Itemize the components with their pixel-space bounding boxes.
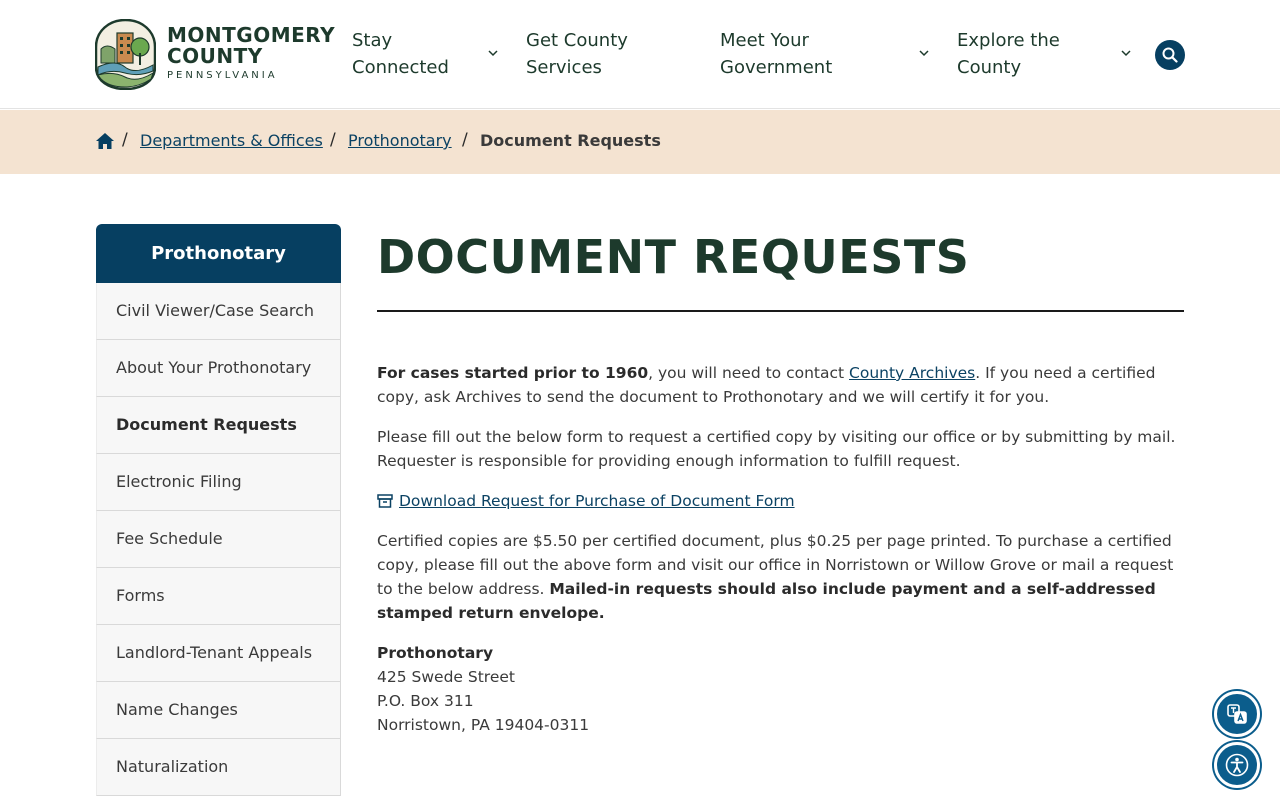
translate-button[interactable] (1214, 691, 1260, 737)
search-icon (1162, 47, 1178, 63)
nav-stay-connected[interactable]: Stay Connected (352, 27, 502, 83)
accessibility-button[interactable] (1214, 742, 1260, 788)
breadcrumb-link-prothonotary[interactable]: Prothonotary (348, 131, 452, 150)
search-button[interactable] (1155, 40, 1185, 70)
nav-label: Stay Connected (352, 30, 449, 78)
address-street: 425 Swede Street (377, 668, 515, 686)
logo-wordmark: MONTGOMERY COUNTY PENNSYLVANIA (167, 23, 336, 82)
main-content: DOCUMENT REQUESTS For cases started prio… (377, 224, 1184, 734)
download-form-link[interactable]: Download Request for Purchase of Documen… (399, 489, 795, 513)
nav-label: Meet Your Government (720, 30, 833, 78)
sidebar-item-document-requests[interactable]: Document Requests (96, 397, 341, 454)
mailing-address: Prothonotary 425 Swede Street P.O. Box 3… (377, 641, 1184, 737)
nav-label: Explore the County (957, 30, 1060, 78)
section-sidebar: Prothonotary Civil Viewer/Case Search Ab… (96, 224, 341, 800)
paragraph-form-instructions: Please fill out the below form to reques… (377, 428, 1176, 470)
archives-bold-text: For cases started prior to 1960 (377, 364, 649, 382)
address-po-box: P.O. Box 311 (377, 692, 474, 710)
content-body: For cases started prior to 1960, you wil… (377, 361, 1184, 737)
nav-label: Get County Services (526, 30, 628, 78)
sidebar-item-name-changes[interactable]: Name Changes (96, 682, 341, 739)
county-archives-link[interactable]: County Archives (849, 364, 975, 382)
county-seal-icon (95, 19, 156, 90)
nav-meet-your-government[interactable]: Meet Your Government (720, 27, 932, 83)
archives-text-before: , you will need to contact (648, 364, 850, 382)
sidebar-item-naturalization[interactable]: Naturalization (96, 739, 341, 796)
sidebar-item-electronic-filing[interactable]: Electronic Filing (96, 454, 341, 511)
address-name: Prothonotary (377, 644, 494, 662)
sidebar-title[interactable]: Prothonotary (96, 224, 341, 283)
sidebar-item-forms[interactable]: Forms (96, 568, 341, 625)
breadcrumb-link-departments[interactable]: Departments & Offices (140, 131, 323, 150)
chevron-down-icon (919, 50, 929, 57)
archive-box-icon (377, 494, 393, 508)
title-divider (377, 310, 1184, 312)
site-header: MONTGOMERY COUNTY PENNSYLVANIA Stay Conn… (0, 0, 1280, 109)
nav-get-county-services[interactable]: Get County Services (526, 27, 696, 83)
county-logo[interactable]: MONTGOMERY COUNTY PENNSYLVANIA (95, 19, 335, 91)
address-city: Norristown, PA 19404-0311 (377, 716, 590, 734)
sidebar-item-fee-schedule[interactable]: Fee Schedule (96, 511, 341, 568)
logo-line-montgomery: MONTGOMERY (167, 23, 336, 47)
logo-line-county: COUNTY (167, 44, 263, 68)
sidebar-item-about[interactable]: About Your Prothonotary (96, 340, 341, 397)
sidebar-item-civil-viewer[interactable]: Civil Viewer/Case Search (96, 283, 341, 340)
accessibility-icon (1225, 753, 1249, 777)
breadcrumb-separator: / (462, 130, 468, 150)
breadcrumb-separator: / (122, 130, 128, 150)
nav-explore-the-county[interactable]: Explore the County (957, 27, 1135, 83)
breadcrumb: / Departments & Offices / Prothonotary /… (0, 110, 1280, 174)
breadcrumb-separator: / (330, 130, 336, 150)
paragraph-fees: Certified copies are $5.50 per certified… (377, 529, 1184, 625)
home-icon[interactable] (95, 132, 115, 150)
logo-line-pennsylvania: PENNSYLVANIA (167, 70, 278, 81)
download-row: Download Request for Purchase of Documen… (377, 489, 1184, 513)
chevron-down-icon (1121, 50, 1131, 57)
translate-icon (1227, 704, 1247, 724)
chevron-down-icon (488, 50, 498, 57)
breadcrumb-current: Document Requests (480, 131, 661, 150)
page-title: DOCUMENT REQUESTS (377, 230, 970, 284)
sidebar-item-landlord-tenant[interactable]: Landlord-Tenant Appeals (96, 625, 341, 682)
paragraph-archives: For cases started prior to 1960, you wil… (377, 361, 1184, 409)
